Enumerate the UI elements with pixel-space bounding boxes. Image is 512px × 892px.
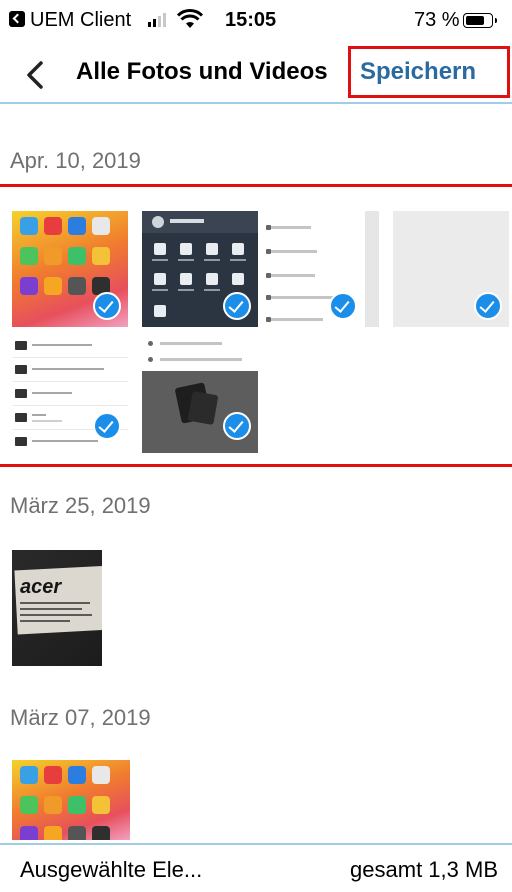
page-title: Alle Fotos und Videos [76,58,328,85]
battery-fill [465,15,484,25]
status-bar: UEM Client 15:05 73 % [0,0,512,40]
selected-check-icon [223,412,251,440]
selection-summary-bar: Ausgewählte Ele... gesamt 1,3 MB [0,843,512,892]
chevron-left-icon[interactable] [22,60,50,90]
selected-check-icon [223,292,251,320]
photo-thumbnail-home-screen[interactable] [12,211,128,327]
battery-percent: 73 % [414,9,460,31]
photo-thumbnail-side-menu[interactable] [263,211,379,327]
photo-thumbnail-app-menu[interactable] [142,211,258,327]
photo-thumbnail-blank[interactable] [393,211,509,327]
highlight-line-top [0,184,512,187]
photo-thumbnail-upload-menu[interactable] [142,333,258,453]
selected-check-icon [93,292,121,320]
save-button[interactable]: Speichern [360,58,476,86]
section-date-apr-10: Apr. 10, 2019 [10,148,141,173]
carrier-label: UEM Client [30,9,132,31]
signal-icon [148,13,170,27]
wifi-icon [177,9,203,28]
navigation-bar: Alle Fotos und Videos Speichern [0,40,512,104]
selected-check-icon [329,292,357,320]
selected-check-icon [474,292,502,320]
photo-thumbnail-home-screen-2[interactable] [12,760,130,840]
photo-thumbnail-acer-label[interactable]: acer [12,550,102,666]
clock: 15:05 [225,9,277,31]
selected-check-icon [93,412,121,440]
photo-thumbnail-folder-list[interactable] [12,333,128,453]
back-to-app-icon[interactable] [9,11,25,27]
selected-items-label: Ausgewählte Ele... [20,857,203,882]
section-date-mar-07: März 07, 2019 [10,705,151,730]
battery-icon [463,13,497,28]
section-date-mar-25: März 25, 2019 [10,493,151,518]
highlight-line-bottom [0,464,512,467]
total-size-label: gesamt 1,3 MB [350,857,498,882]
